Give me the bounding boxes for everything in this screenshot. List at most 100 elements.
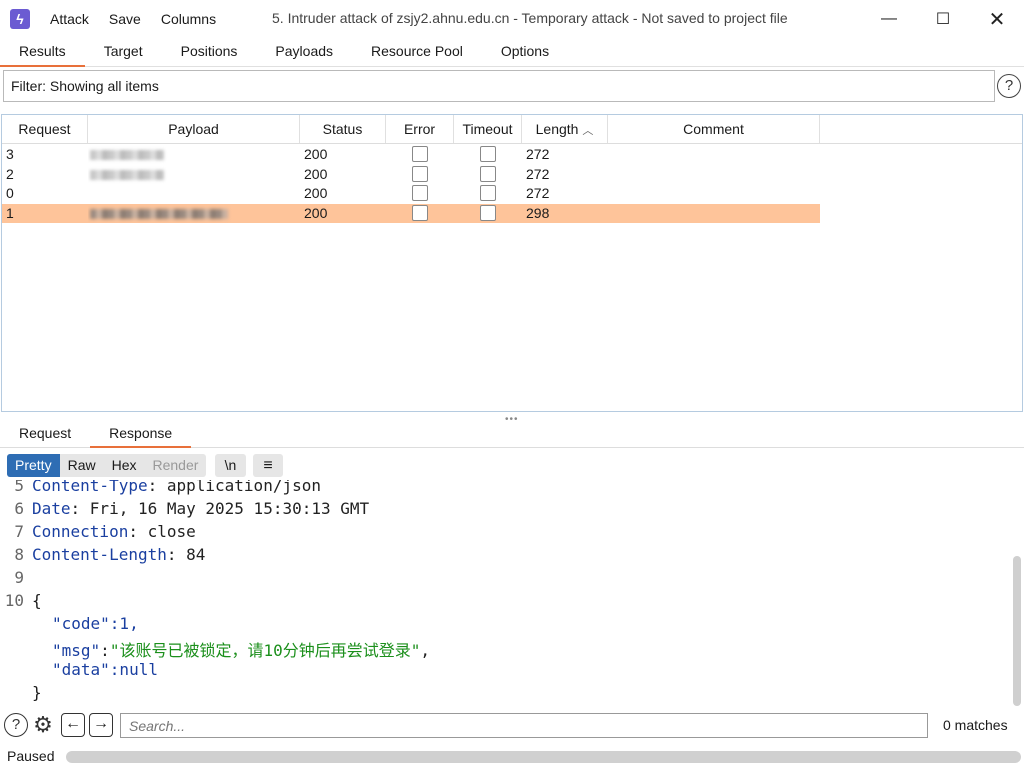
table-row[interactable]: 2 200 272: [2, 165, 1022, 185]
response-editor[interactable]: 5 Content-Type: application/json 6 Date:…: [0, 480, 1010, 706]
error-checkbox: [412, 165, 428, 182]
cell-error: [386, 145, 454, 165]
cell-length: 298: [526, 204, 550, 221]
table-row[interactable]: 0 200 272: [2, 184, 1022, 204]
cell-timeout: [454, 204, 522, 224]
code-line: }: [32, 683, 42, 702]
code-line: {: [32, 591, 42, 610]
tab-payloads[interactable]: Payloads: [256, 38, 352, 67]
cell-length: 272: [526, 146, 550, 162]
code-line: Connection: close: [32, 522, 196, 541]
line-number: 7: [14, 522, 24, 541]
menu-attack[interactable]: Attack: [40, 11, 99, 27]
tab-request[interactable]: Request: [0, 420, 90, 447]
tab-resource-pool[interactable]: Resource Pool: [352, 38, 482, 67]
cell-payload: [88, 184, 300, 204]
results-table: Request Payload Status Error Timeout Len…: [1, 114, 1023, 412]
main-tabs: Results Target Positions Payloads Resour…: [0, 38, 1024, 67]
cell-request: 1: [6, 204, 14, 221]
timeout-checkbox: [480, 146, 496, 163]
render-button[interactable]: Render: [145, 454, 207, 477]
timeout-checkbox: [480, 165, 496, 182]
window-title: 5. Intruder attack of zsjy2.ahnu.edu.cn …: [272, 10, 788, 26]
cell-timeout: [454, 145, 522, 165]
sort-ascending-icon: ︿: [582, 125, 594, 137]
cell-status: 200: [304, 146, 328, 162]
line-number: 5: [14, 480, 24, 495]
col-timeout[interactable]: Timeout: [454, 115, 522, 143]
code-line: Content-Length: 84: [32, 545, 206, 564]
minimize-icon[interactable]: —: [862, 0, 916, 38]
progress-bar: [66, 751, 1021, 763]
bolt-icon: ϟ: [10, 9, 30, 29]
col-status[interactable]: Status: [300, 115, 386, 143]
code-line: Content-Type: application/json: [32, 480, 321, 495]
title-bar: ϟ Attack Save Columns 5. Intruder attack…: [0, 0, 1024, 38]
table-header: Request Payload Status Error Timeout Len…: [2, 115, 1022, 144]
gear-icon[interactable]: ⚙: [31, 713, 55, 737]
menu-bar: Attack Save Columns: [40, 11, 226, 27]
timeout-checkbox: [480, 185, 496, 202]
close-icon[interactable]: ✕: [970, 0, 1024, 38]
back-arrow-icon[interactable]: ←: [61, 713, 85, 737]
filter-bar[interactable]: Filter: Showing all items: [3, 70, 995, 102]
cell-payload: [88, 165, 300, 185]
cell-request: 3: [6, 146, 14, 162]
line-number: 10: [4, 591, 24, 610]
col-comment[interactable]: Comment: [608, 115, 820, 143]
cell-timeout: [454, 184, 522, 204]
cell-request: 0: [6, 185, 14, 201]
format-toolbar: Pretty Raw Hex Render: [7, 454, 207, 477]
col-length-label: Length: [535, 121, 579, 137]
cell-length: 272: [526, 185, 550, 201]
tab-results[interactable]: Results: [0, 38, 85, 67]
line-number: 9: [14, 568, 24, 587]
timeout-checkbox: [480, 204, 496, 221]
cell-timeout: [454, 165, 522, 185]
match-count: 0 matches: [943, 717, 1008, 733]
help-icon[interactable]: ?: [4, 713, 28, 737]
cell-request: 2: [6, 165, 14, 182]
col-error[interactable]: Error: [386, 115, 454, 143]
tab-options[interactable]: Options: [482, 38, 568, 67]
cell-error: [386, 204, 454, 224]
status-text: Paused: [7, 748, 55, 764]
cell-status: 200: [304, 185, 328, 201]
cell-length: 272: [526, 165, 550, 182]
col-length[interactable]: Length ︿: [522, 115, 608, 143]
tab-positions[interactable]: Positions: [162, 38, 257, 67]
error-checkbox: [412, 146, 428, 163]
tab-target[interactable]: Target: [85, 38, 162, 67]
hamburger-icon[interactable]: ≡: [253, 454, 283, 477]
search-input[interactable]: [120, 713, 928, 738]
pretty-button[interactable]: Pretty: [7, 454, 60, 477]
menu-columns[interactable]: Columns: [151, 11, 226, 27]
cell-payload: [88, 204, 300, 224]
cell-error: [386, 184, 454, 204]
tab-response[interactable]: Response: [90, 420, 192, 448]
cell-error: [386, 165, 454, 185]
help-icon[interactable]: ?: [997, 74, 1021, 98]
raw-button[interactable]: Raw: [60, 454, 104, 477]
code-line: "data":null: [52, 660, 158, 679]
cell-payload: [88, 145, 300, 165]
cell-status: 200: [304, 204, 328, 221]
error-checkbox: [412, 185, 428, 202]
cell-status: 200: [304, 165, 328, 182]
code-line: "code":1,: [52, 614, 139, 633]
message-tabs: Request Response: [0, 420, 1024, 448]
col-request[interactable]: Request: [2, 115, 88, 143]
error-checkbox: [412, 204, 428, 221]
newline-toggle-button[interactable]: \n: [215, 454, 246, 477]
forward-arrow-icon[interactable]: →: [89, 713, 113, 737]
line-number: 8: [14, 545, 24, 564]
vertical-scrollbar[interactable]: [1013, 556, 1021, 706]
col-payload[interactable]: Payload: [88, 115, 300, 143]
table-row[interactable]: 3 200 272: [2, 145, 1022, 165]
code-line: Date: Fri, 16 May 2025 15:30:13 GMT: [32, 499, 370, 518]
maximize-icon[interactable]: ☐: [916, 0, 970, 38]
line-number: 6: [14, 499, 24, 518]
table-row-selected[interactable]: 1 200 298: [2, 203, 820, 224]
menu-save[interactable]: Save: [99, 11, 151, 27]
hex-button[interactable]: Hex: [104, 454, 145, 477]
